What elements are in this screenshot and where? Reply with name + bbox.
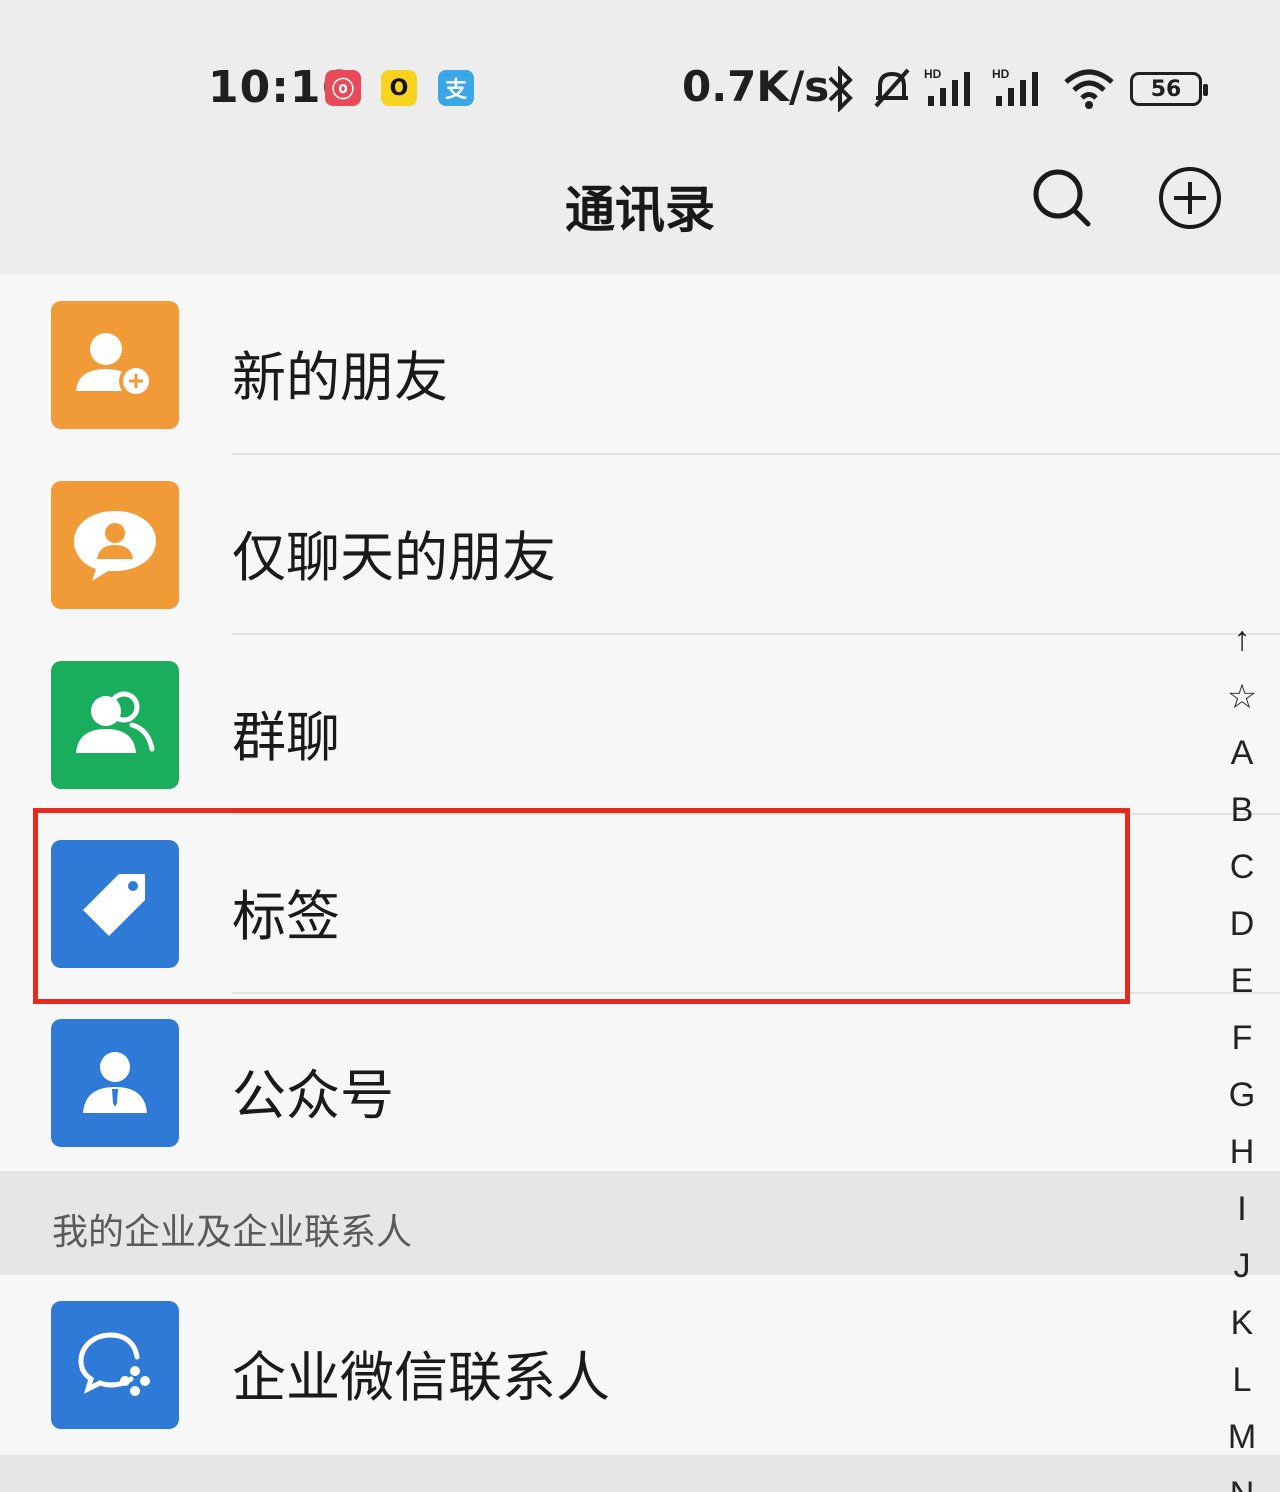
index-letter-n[interactable]: N bbox=[1212, 1475, 1272, 1492]
index-letter-i[interactable]: I bbox=[1212, 1190, 1272, 1247]
svg-text:HD: HD bbox=[992, 67, 1010, 81]
status-bar: 10:16 ⓞ O 支 0.7K/s HD HD 56 bbox=[0, 0, 1280, 150]
bluetooth-icon bbox=[828, 66, 853, 112]
battery-indicator: 56 bbox=[1130, 72, 1208, 106]
list-item-label: 企业微信联系人 bbox=[232, 1346, 610, 1409]
highlight-box bbox=[33, 808, 1130, 1004]
index-letter-b[interactable]: B bbox=[1212, 791, 1272, 848]
index-star[interactable]: ☆ bbox=[1212, 677, 1272, 734]
add-icon[interactable] bbox=[1158, 166, 1222, 230]
wifi-icon bbox=[1064, 69, 1114, 109]
next-section-header bbox=[0, 1455, 1280, 1492]
index-letter-k[interactable]: K bbox=[1212, 1304, 1272, 1361]
signal-hd-icon-2: HD bbox=[992, 67, 1038, 106]
list-item-wecom-contacts[interactable]: 企业微信联系人 bbox=[0, 1275, 1280, 1455]
chat-only-friend-icon bbox=[51, 481, 179, 609]
signal-hd-icon: HD bbox=[924, 67, 970, 106]
index-letter-h[interactable]: H bbox=[1212, 1133, 1272, 1190]
network-speed: 0.7K/s bbox=[682, 62, 830, 111]
muted-bell-icon bbox=[874, 68, 910, 108]
index-letter-g[interactable]: G bbox=[1212, 1076, 1272, 1133]
section-title: 我的企业及企业联系人 bbox=[52, 1212, 413, 1253]
index-letter-e[interactable]: E bbox=[1212, 962, 1272, 1019]
list-item-group-chats[interactable]: 群聊 bbox=[0, 635, 1280, 815]
list-item-chat-only-friends[interactable]: 仅聊天的朋友 bbox=[0, 455, 1280, 635]
index-top-arrow[interactable]: ↑ bbox=[1212, 620, 1272, 677]
list-item-label: 公众号 bbox=[232, 1064, 394, 1127]
index-letter-f[interactable]: F bbox=[1212, 1019, 1272, 1076]
title-bar: 通讯录 bbox=[0, 150, 1280, 275]
search-icon[interactable] bbox=[1030, 166, 1094, 230]
list-item-label: 群聊 bbox=[232, 706, 340, 769]
ring-app-icon: O bbox=[381, 70, 417, 106]
list-item-label: 仅聊天的朋友 bbox=[232, 526, 556, 589]
list-item-new-friends[interactable]: 新的朋友 bbox=[0, 275, 1280, 455]
svg-text:HD: HD bbox=[924, 67, 942, 81]
index-letter-j[interactable]: J bbox=[1212, 1247, 1272, 1304]
index-letter-m[interactable]: M bbox=[1212, 1418, 1272, 1475]
add-friend-icon bbox=[51, 301, 179, 429]
index-letter-a[interactable]: A bbox=[1212, 734, 1272, 791]
netease-music-icon: ⓞ bbox=[325, 70, 361, 106]
group-chat-icon bbox=[51, 661, 179, 789]
wecom-icon bbox=[51, 1301, 179, 1429]
index-letter-d[interactable]: D bbox=[1212, 905, 1272, 962]
list-item-official-accounts[interactable]: 公众号 bbox=[0, 993, 1280, 1173]
index-letter-c[interactable]: C bbox=[1212, 848, 1272, 905]
index-letter-l[interactable]: L bbox=[1212, 1361, 1272, 1418]
contacts-function-list: 新的朋友 仅聊天的朋友 群聊 标签 公众号 bbox=[0, 275, 1280, 1171]
list-item-label: 新的朋友 bbox=[232, 346, 448, 409]
section-header: 我的企业及企业联系人 bbox=[0, 1171, 1280, 1275]
official-account-icon bbox=[51, 1019, 179, 1147]
alphabet-index[interactable]: ↑ ☆ A B C D E F G H I J K L M N bbox=[1212, 620, 1272, 1492]
alipay-icon: 支 bbox=[438, 70, 474, 106]
